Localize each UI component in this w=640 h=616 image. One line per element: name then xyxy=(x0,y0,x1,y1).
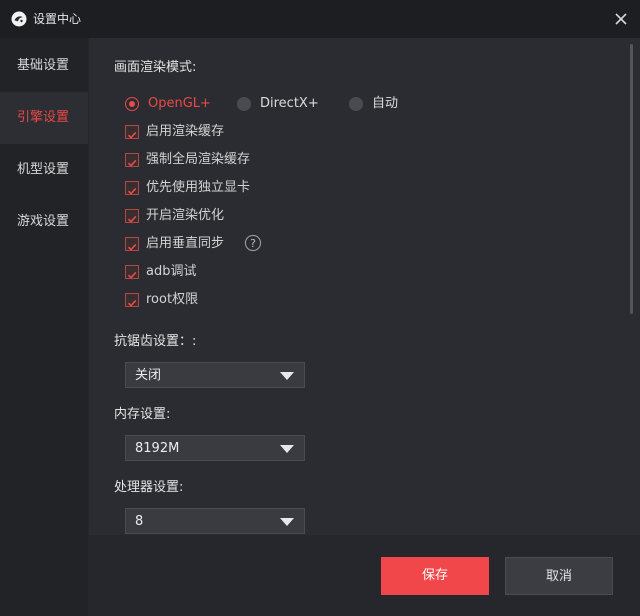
cpu-select[interactable]: 8 xyxy=(125,508,305,534)
radio-indicator xyxy=(349,97,363,111)
sidebar: 基础设置 引擎设置 机型设置 游戏设置 xyxy=(0,38,88,616)
checkbox-box xyxy=(125,125,139,139)
window-title: 设置中心 xyxy=(33,12,82,26)
memory-title: 内存设置: xyxy=(114,407,171,422)
settings-panel: 画面渲染模式: OpenGL+ DirectX+ 自动 启用渲染缓存 强制全局渲… xyxy=(89,38,640,535)
antialias-value: 关闭 xyxy=(135,368,162,383)
radio-indicator xyxy=(237,97,251,111)
memory-value: 8192M xyxy=(135,441,180,456)
sidebar-item-label: 游戏设置 xyxy=(17,214,70,229)
radio-label: 自动 xyxy=(372,96,399,111)
render-mode-title: 画面渲染模式: xyxy=(114,60,197,75)
sidebar-item-engine[interactable]: 引擎设置 xyxy=(0,92,88,144)
app-logo-icon xyxy=(11,11,27,27)
sidebar-item-label: 引擎设置 xyxy=(17,110,70,125)
sidebar-item-device-model[interactable]: 机型设置 xyxy=(0,144,88,196)
checkbox-label: 强制全局渲染缓存 xyxy=(146,152,251,167)
cpu-value: 8 xyxy=(135,514,144,529)
sidebar-item-game[interactable]: 游戏设置 xyxy=(0,196,88,248)
checkbox-render-cache[interactable]: 启用渲染缓存 xyxy=(125,123,325,141)
sidebar-item-basic[interactable]: 基础设置 xyxy=(0,40,88,92)
antialias-title: 抗锯齿设置：: xyxy=(114,334,197,349)
checkbox-box xyxy=(125,153,139,167)
memory-select[interactable]: 8192M xyxy=(125,435,305,461)
checkbox-adb-debug[interactable]: adb调试 xyxy=(125,263,325,281)
svg-text:?: ? xyxy=(250,237,256,250)
dialog-footer: 保存 取消 xyxy=(89,535,640,616)
cancel-button[interactable]: 取消 xyxy=(505,557,613,595)
title-bar: 设置中心 xyxy=(0,0,640,38)
checkbox-box xyxy=(125,293,139,307)
checkbox-discrete-gpu[interactable]: 优先使用独立显卡 xyxy=(125,179,325,197)
checkbox-box xyxy=(125,237,139,251)
cpu-title: 处理器设置: xyxy=(114,480,184,495)
checkbox-label: 优先使用独立显卡 xyxy=(146,180,251,195)
checkbox-label: 启用垂直同步 xyxy=(146,236,225,251)
radio-opengl[interactable]: OpenGL+ xyxy=(125,94,225,114)
save-button[interactable]: 保存 xyxy=(381,557,489,595)
checkbox-label: 开启渲染优化 xyxy=(146,208,225,223)
radio-auto[interactable]: 自动 xyxy=(349,94,429,114)
help-icon[interactable]: ? xyxy=(244,234,262,252)
checkbox-vsync[interactable]: 启用垂直同步 ? xyxy=(125,234,325,253)
radio-selected-indicator xyxy=(125,97,139,111)
checkbox-label: 启用渲染缓存 xyxy=(146,124,225,139)
caret-down-icon xyxy=(280,372,294,380)
close-icon[interactable] xyxy=(608,6,634,32)
checkbox-force-global-cache[interactable]: 强制全局渲染缓存 xyxy=(125,151,325,169)
radio-label: DirectX+ xyxy=(260,96,319,111)
checkbox-box xyxy=(125,181,139,195)
scrollbar[interactable] xyxy=(630,44,633,314)
checkbox-label: adb调试 xyxy=(146,264,197,279)
sidebar-item-label: 机型设置 xyxy=(17,162,70,177)
caret-down-icon xyxy=(280,445,294,453)
radio-label: OpenGL+ xyxy=(148,96,211,111)
checkbox-root-permission[interactable]: root权限 xyxy=(125,291,325,309)
antialias-select[interactable]: 关闭 xyxy=(125,362,305,388)
caret-down-icon xyxy=(280,518,294,526)
radio-directx[interactable]: DirectX+ xyxy=(237,94,337,114)
checkbox-box xyxy=(125,209,139,223)
sidebar-item-label: 基础设置 xyxy=(17,58,70,73)
checkbox-render-optimize[interactable]: 开启渲染优化 xyxy=(125,207,325,225)
checkbox-label: root权限 xyxy=(146,292,199,307)
checkbox-box xyxy=(125,265,139,279)
